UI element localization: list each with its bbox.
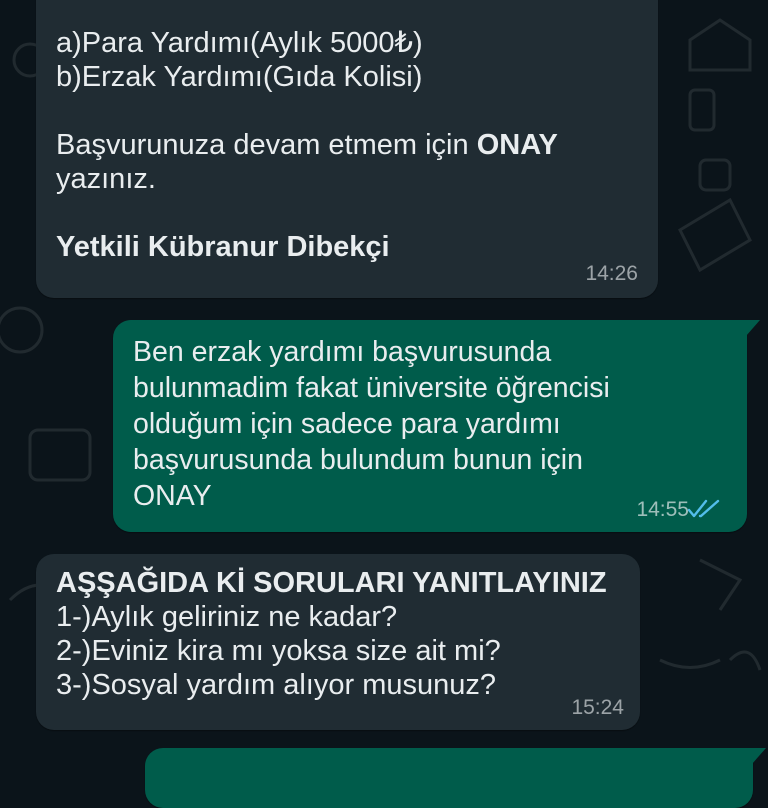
message-timestamp: 14:55 <box>636 498 689 521</box>
message-line: bulunmadim fakat üniversite öğrencisi <box>133 372 610 404</box>
outgoing-message-1[interactable]: Ben erzak yardımı başvurusunda bulunmadi… <box>113 320 760 532</box>
message-timestamp: 15:24 <box>571 696 624 719</box>
message-line: a)Para Yardımı(Aylık 5000₺) <box>56 27 423 59</box>
message-line: Ben erzak yardımı başvurusunda <box>133 336 552 368</box>
incoming-message-2[interactable]: AŞŞAĞIDA Kİ SORULARI YANITLAYINIZ 1-)Ayl… <box>36 554 640 730</box>
message-line: ONAY <box>133 480 212 512</box>
incoming-message-1[interactable]: a)Para Yardımı(Aylık 5000₺) b)Erzak Yard… <box>36 0 658 298</box>
message-line: yazınız. <box>56 163 156 195</box>
double-check-icon <box>687 499 720 518</box>
message-line: 2-)Eviniz kira mı yoksa size ait mi? <box>56 635 501 667</box>
message-signature: Yetkili Kübranur Dibekçi <box>56 231 390 263</box>
message-line: 3-)Sosyal yardım alıyor musunuz? <box>56 669 496 701</box>
prompt-text: Başvurunuza devam etmem için <box>56 129 477 161</box>
message-line: başvurusunda bulundum bunun için <box>133 444 583 476</box>
outgoing-message-2-partial[interactable] <box>145 748 766 808</box>
message-heading: AŞŞAĞIDA Kİ SORULARI YANITLAYINIZ <box>56 567 607 599</box>
message-prompt-line: Başvurunuza devam etmem için ONAY <box>56 128 634 162</box>
message-line: b)Erzak Yardımı(Gıda Kolisi) <box>56 61 423 93</box>
message-timestamp: 14:26 <box>585 262 638 285</box>
message-line: 1-)Aylık geliriniz ne kadar? <box>56 601 398 633</box>
message-line: olduğum için sadece para yardımı <box>133 408 561 440</box>
prompt-keyword: ONAY <box>476 129 558 161</box>
